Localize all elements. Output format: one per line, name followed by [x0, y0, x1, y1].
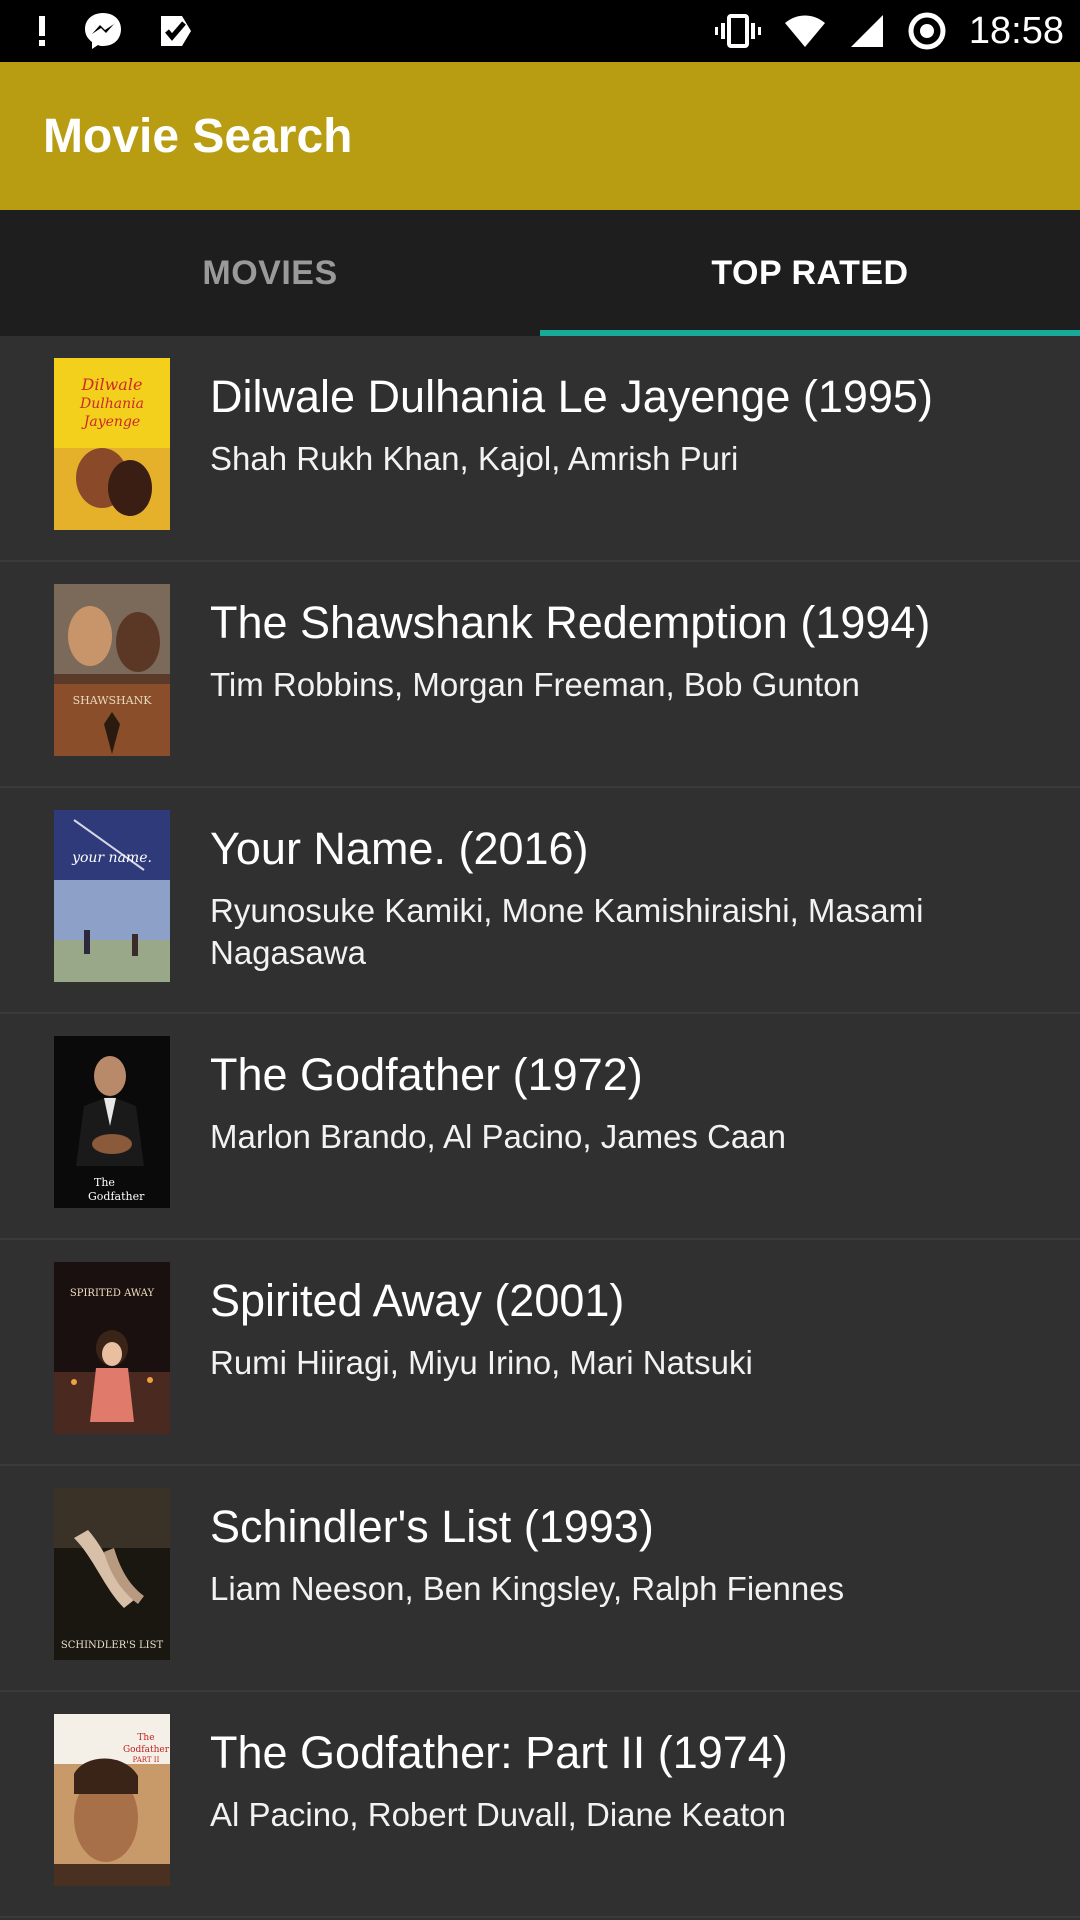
app-title: Movie Search: [43, 109, 353, 163]
movie-list-item[interactable]: SCHINDLER'S LIST Schindler's List (1993)…: [0, 1466, 1080, 1692]
clock: 18:58: [968, 9, 1064, 52]
svg-text:Dilwale: Dilwale: [81, 375, 143, 394]
movie-poster: The Godfather PART II: [54, 1714, 170, 1886]
movie-list-item[interactable]: SPIRITED AWAY Spirited Away (2001) Rumi …: [0, 1240, 1080, 1466]
movie-cast: Marlon Brando, Al Pacino, James Caan: [210, 1118, 786, 1155]
status-bar-right: 18:58: [693, 10, 1064, 53]
movie-list-item[interactable]: SHAWSHANK The Shawshank Redemption (1994…: [0, 562, 1080, 788]
movie-cast: Ryunosuke Kamiki, Mone Kamishiraishi, Ma…: [210, 892, 924, 971]
signal-icon: [849, 13, 885, 49]
movie-list-item[interactable]: The Godfather The Godfather (1972) Marlo…: [0, 1014, 1080, 1240]
tab-bar: MOVIES TOP RATED: [0, 210, 1080, 336]
movie-cast: Rumi Hiiragi, Miyu Irino, Mari Natsuki: [210, 1344, 753, 1381]
movie-poster: SCHINDLER'S LIST: [54, 1488, 170, 1660]
svg-text:SHAWSHANK: SHAWSHANK: [73, 694, 153, 707]
movie-title: Your Name. (2016): [210, 823, 589, 874]
svg-text:PART II: PART II: [133, 1756, 160, 1764]
svg-text:SPIRITED AWAY: SPIRITED AWAY: [70, 1288, 155, 1299]
movie-list-item[interactable]: The Godfather PART II The Godfather: Par…: [0, 1692, 1080, 1918]
wifi-icon: [783, 13, 827, 49]
movie-poster: SHAWSHANK: [54, 584, 170, 756]
svg-text:Godfather: Godfather: [88, 1190, 145, 1203]
movie-title: The Godfather: Part II (1974): [210, 1727, 788, 1778]
movie-cast: Tim Robbins, Morgan Freeman, Bob Gunton: [210, 666, 860, 703]
movie-list-item[interactable]: Dilwale Dulhania Jayenge Dilwale Dulhani…: [0, 336, 1080, 562]
status-bar-left: [36, 10, 228, 52]
movie-poster: your name.: [54, 810, 170, 982]
svg-text:The: The: [94, 1176, 115, 1189]
tab-top-rated[interactable]: TOP RATED: [540, 210, 1080, 336]
movie-cast: Shah Rukh Khan, Kajol, Amrish Puri: [210, 440, 739, 477]
movie-text: The Shawshank Redemption (1994) Tim Robb…: [210, 588, 970, 706]
movie-title: The Shawshank Redemption (1994): [210, 597, 931, 648]
movie-poster: The Godfather: [54, 1036, 170, 1208]
checklist-icon: [158, 13, 194, 49]
movie-cast: Liam Neeson, Ben Kingsley, Ralph Fiennes: [210, 1570, 845, 1607]
svg-text:Godfather: Godfather: [123, 1745, 170, 1755]
svg-text:Jayenge: Jayenge: [81, 414, 140, 430]
movie-text: The Godfather: Part II (1974) Al Pacino,…: [210, 1718, 828, 1836]
movie-list: Dilwale Dulhania Jayenge Dilwale Dulhani…: [0, 336, 1080, 1918]
movie-poster: SPIRITED AWAY: [54, 1262, 170, 1434]
movie-text: Your Name. (2016) Ryunosuke Kamiki, Mone…: [210, 814, 1080, 974]
movie-title: Spirited Away (2001): [210, 1275, 625, 1326]
svg-text:Dulhania: Dulhania: [79, 396, 144, 412]
svg-text:The: The: [137, 1733, 154, 1743]
movie-text: Schindler's List (1993) Liam Neeson, Ben…: [210, 1492, 884, 1610]
status-bar: 18:58: [0, 0, 1080, 62]
movie-title: Dilwale Dulhania Le Jayenge (1995): [210, 371, 933, 422]
alert-icon: [36, 14, 48, 48]
movie-poster: Dilwale Dulhania Jayenge: [54, 358, 170, 530]
movie-title: The Godfather (1972): [210, 1049, 643, 1100]
svg-text:your name.: your name.: [71, 850, 152, 866]
messenger-icon: [82, 10, 124, 52]
svg-text:SCHINDLER'S LIST: SCHINDLER'S LIST: [61, 1640, 164, 1651]
vibrate-icon: [714, 14, 761, 48]
movie-list-item[interactable]: your name. Your Name. (2016) Ryunosuke K…: [0, 788, 1080, 1014]
tab-movies[interactable]: MOVIES: [0, 210, 540, 336]
app-bar: Movie Search: [0, 62, 1080, 210]
movie-text: The Godfather (1972) Marlon Brando, Al P…: [210, 1040, 826, 1158]
movie-cast: Al Pacino, Robert Duvall, Diane Keaton: [210, 1796, 786, 1833]
movie-text: Dilwale Dulhania Le Jayenge (1995) Shah …: [210, 362, 973, 480]
movie-title: Schindler's List (1993): [210, 1501, 654, 1552]
movie-text: Spirited Away (2001) Rumi Hiiragi, Miyu …: [210, 1266, 793, 1384]
sync-icon: [907, 11, 947, 51]
